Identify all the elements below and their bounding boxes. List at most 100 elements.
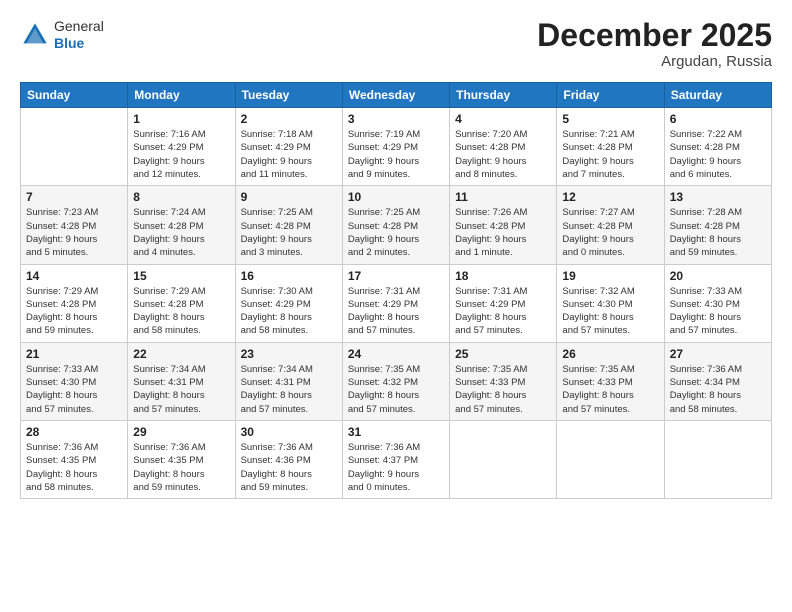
day-info: Sunrise: 7:25 AM Sunset: 4:28 PM Dayligh… [241, 206, 337, 259]
calendar-day-cell: 21 Sunrise: 7:33 AM Sunset: 4:30 PM Dayli… [21, 342, 128, 420]
day-number: 22 [133, 347, 229, 361]
calendar-day-cell: 4 Sunrise: 7:20 AM Sunset: 4:28 PM Daylig… [450, 108, 557, 186]
day-info: Sunrise: 7:34 AM Sunset: 4:31 PM Dayligh… [241, 363, 337, 416]
day-info: Sunrise: 7:26 AM Sunset: 4:28 PM Dayligh… [455, 206, 551, 259]
calendar-day-cell: 23 Sunrise: 7:34 AM Sunset: 4:31 PM Dayli… [235, 342, 342, 420]
calendar-day-cell: 7 Sunrise: 7:23 AM Sunset: 4:28 PM Daylig… [21, 186, 128, 264]
calendar-day-cell: 29 Sunrise: 7:36 AM Sunset: 4:35 PM Dayli… [128, 420, 235, 498]
day-number: 11 [455, 190, 551, 204]
logo-icon [20, 20, 50, 50]
calendar-day-cell: 25 Sunrise: 7:35 AM Sunset: 4:33 PM Dayli… [450, 342, 557, 420]
day-number: 5 [562, 112, 658, 126]
calendar-day-cell: 26Sunrise: 7:35 AM Sunset: 4:33 PM Dayli… [557, 342, 664, 420]
day-number: 24 [348, 347, 444, 361]
day-number: 16 [241, 269, 337, 283]
day-number: 26 [562, 347, 658, 361]
day-info: Sunrise: 7:31 AM Sunset: 4:29 PM Dayligh… [455, 285, 551, 338]
calendar-empty-cell [664, 420, 771, 498]
day-number: 20 [670, 269, 766, 283]
calendar-day-cell: 24 Sunrise: 7:35 AM Sunset: 4:32 PM Dayli… [342, 342, 449, 420]
day-info: Sunrise: 7:33 AM Sunset: 4:30 PM Dayligh… [26, 363, 122, 416]
calendar-day-cell: 17 Sunrise: 7:31 AM Sunset: 4:29 PM Dayli… [342, 264, 449, 342]
main-title: December 2025 [537, 18, 772, 53]
calendar-empty-cell [21, 108, 128, 186]
day-number: 2 [241, 112, 337, 126]
day-number: 19 [562, 269, 658, 283]
calendar-day-cell: 14Sunrise: 7:29 AM Sunset: 4:28 PM Dayli… [21, 264, 128, 342]
day-number: 7 [26, 190, 122, 204]
day-info: Sunrise: 7:31 AM Sunset: 4:29 PM Dayligh… [348, 285, 444, 338]
day-info: Sunrise: 7:36 AM Sunset: 4:35 PM Dayligh… [133, 441, 229, 494]
calendar-day-cell: 31 Sunrise: 7:36 AM Sunset: 4:37 PM Dayli… [342, 420, 449, 498]
day-info: Sunrise: 7:18 AM Sunset: 4:29 PM Dayligh… [241, 128, 337, 181]
logo-general: General [54, 18, 104, 35]
calendar-day-cell: 11 Sunrise: 7:26 AM Sunset: 4:28 PM Dayli… [450, 186, 557, 264]
day-info: Sunrise: 7:32 AM Sunset: 4:30 PM Dayligh… [562, 285, 658, 338]
day-info: Sunrise: 7:36 AM Sunset: 4:34 PM Dayligh… [670, 363, 766, 416]
calendar-day-cell: 30 Sunrise: 7:36 AM Sunset: 4:36 PM Dayli… [235, 420, 342, 498]
logo: General Blue [20, 18, 104, 52]
weekday-header-friday: Friday [557, 83, 664, 108]
calendar: SundayMondayTuesdayWednesdayThursdayFrid… [20, 82, 772, 499]
day-info: Sunrise: 7:20 AM Sunset: 4:28 PM Dayligh… [455, 128, 551, 181]
day-number: 4 [455, 112, 551, 126]
day-info: Sunrise: 7:35 AM Sunset: 4:33 PM Dayligh… [455, 363, 551, 416]
weekday-header-saturday: Saturday [664, 83, 771, 108]
calendar-week-row: 14 Sunrise: 7:29 AM Sunset: 4:28 PM Dayli… [21, 264, 772, 342]
calendar-empty-cell [450, 420, 557, 498]
day-info: Sunrise: 7:36 AM Sunset: 4:36 PM Dayligh… [241, 441, 337, 494]
day-info: Sunrise: 7:23 AM Sunset: 4:28 PM Dayligh… [26, 206, 122, 259]
day-info: Sunrise: 7:28 AM Sunset: 4:28 PM Dayligh… [670, 206, 766, 259]
calendar-day-cell: 8 Sunrise: 7:24 AM Sunset: 4:28 PM Daylig… [128, 186, 235, 264]
day-number: 21 [26, 347, 122, 361]
day-number: 15 [133, 269, 229, 283]
day-number: 9 [241, 190, 337, 204]
day-number: 6 [670, 112, 766, 126]
day-info: Sunrise: 7:27 AM Sunset: 4:28 PM Dayligh… [562, 206, 658, 259]
day-info: Sunrise: 7:36 AM Sunset: 4:37 PM Dayligh… [348, 441, 444, 494]
day-info: Sunrise: 7:24 AM Sunset: 4:28 PM Dayligh… [133, 206, 229, 259]
day-number: 31 [348, 425, 444, 439]
day-info: Sunrise: 7:29 AM Sunset: 4:28 PM Dayligh… [133, 285, 229, 338]
calendar-week-row: 28 Sunrise: 7:36 AM Sunset: 4:35 PM Dayli… [21, 420, 772, 498]
calendar-day-cell: 5 Sunrise: 7:21 AM Sunset: 4:28 PM Daylig… [557, 108, 664, 186]
day-number: 28 [26, 425, 122, 439]
day-info: Sunrise: 7:21 AM Sunset: 4:28 PM Dayligh… [562, 128, 658, 181]
day-number: 13 [670, 190, 766, 204]
day-number: 27 [670, 347, 766, 361]
calendar-day-cell: 12Sunrise: 7:27 AM Sunset: 4:28 PM Dayli… [557, 186, 664, 264]
day-number: 3 [348, 112, 444, 126]
day-number: 17 [348, 269, 444, 283]
calendar-day-cell: 22Sunrise: 7:34 AM Sunset: 4:31 PM Dayli… [128, 342, 235, 420]
day-number: 29 [133, 425, 229, 439]
calendar-week-row: 7 Sunrise: 7:23 AM Sunset: 4:28 PM Daylig… [21, 186, 772, 264]
day-info: Sunrise: 7:33 AM Sunset: 4:30 PM Dayligh… [670, 285, 766, 338]
calendar-day-cell: 28 Sunrise: 7:36 AM Sunset: 4:35 PM Dayli… [21, 420, 128, 498]
day-number: 14 [26, 269, 122, 283]
day-number: 25 [455, 347, 551, 361]
day-info: Sunrise: 7:36 AM Sunset: 4:35 PM Dayligh… [26, 441, 122, 494]
day-number: 8 [133, 190, 229, 204]
day-info: Sunrise: 7:35 AM Sunset: 4:32 PM Dayligh… [348, 363, 444, 416]
calendar-day-cell: 3 Sunrise: 7:19 AM Sunset: 4:29 PM Daylig… [342, 108, 449, 186]
calendar-week-row: 21 Sunrise: 7:33 AM Sunset: 4:30 PM Dayli… [21, 342, 772, 420]
calendar-day-cell: 1Sunrise: 7:16 AM Sunset: 4:29 PM Daylig… [128, 108, 235, 186]
day-info: Sunrise: 7:30 AM Sunset: 4:29 PM Dayligh… [241, 285, 337, 338]
calendar-day-cell: 18 Sunrise: 7:31 AM Sunset: 4:29 PM Dayli… [450, 264, 557, 342]
day-number: 10 [348, 190, 444, 204]
calendar-day-cell: 20 Sunrise: 7:33 AM Sunset: 4:30 PM Dayli… [664, 264, 771, 342]
header: General Blue December 2025 Argudan, Russ… [20, 18, 772, 70]
weekday-header-tuesday: Tuesday [235, 83, 342, 108]
calendar-day-cell: 10Sunrise: 7:25 AM Sunset: 4:28 PM Dayli… [342, 186, 449, 264]
calendar-day-cell: 27 Sunrise: 7:36 AM Sunset: 4:34 PM Dayli… [664, 342, 771, 420]
weekday-header-thursday: Thursday [450, 83, 557, 108]
day-info: Sunrise: 7:19 AM Sunset: 4:29 PM Dayligh… [348, 128, 444, 181]
calendar-week-row: 1Sunrise: 7:16 AM Sunset: 4:29 PM Daylig… [21, 108, 772, 186]
weekday-header-row: SundayMondayTuesdayWednesdayThursdayFrid… [21, 83, 772, 108]
calendar-day-cell: 19 Sunrise: 7:32 AM Sunset: 4:30 PM Dayli… [557, 264, 664, 342]
day-number: 18 [455, 269, 551, 283]
day-number: 30 [241, 425, 337, 439]
day-number: 23 [241, 347, 337, 361]
calendar-day-cell: 13 Sunrise: 7:28 AM Sunset: 4:28 PM Dayli… [664, 186, 771, 264]
logo-text: General Blue [54, 18, 104, 52]
